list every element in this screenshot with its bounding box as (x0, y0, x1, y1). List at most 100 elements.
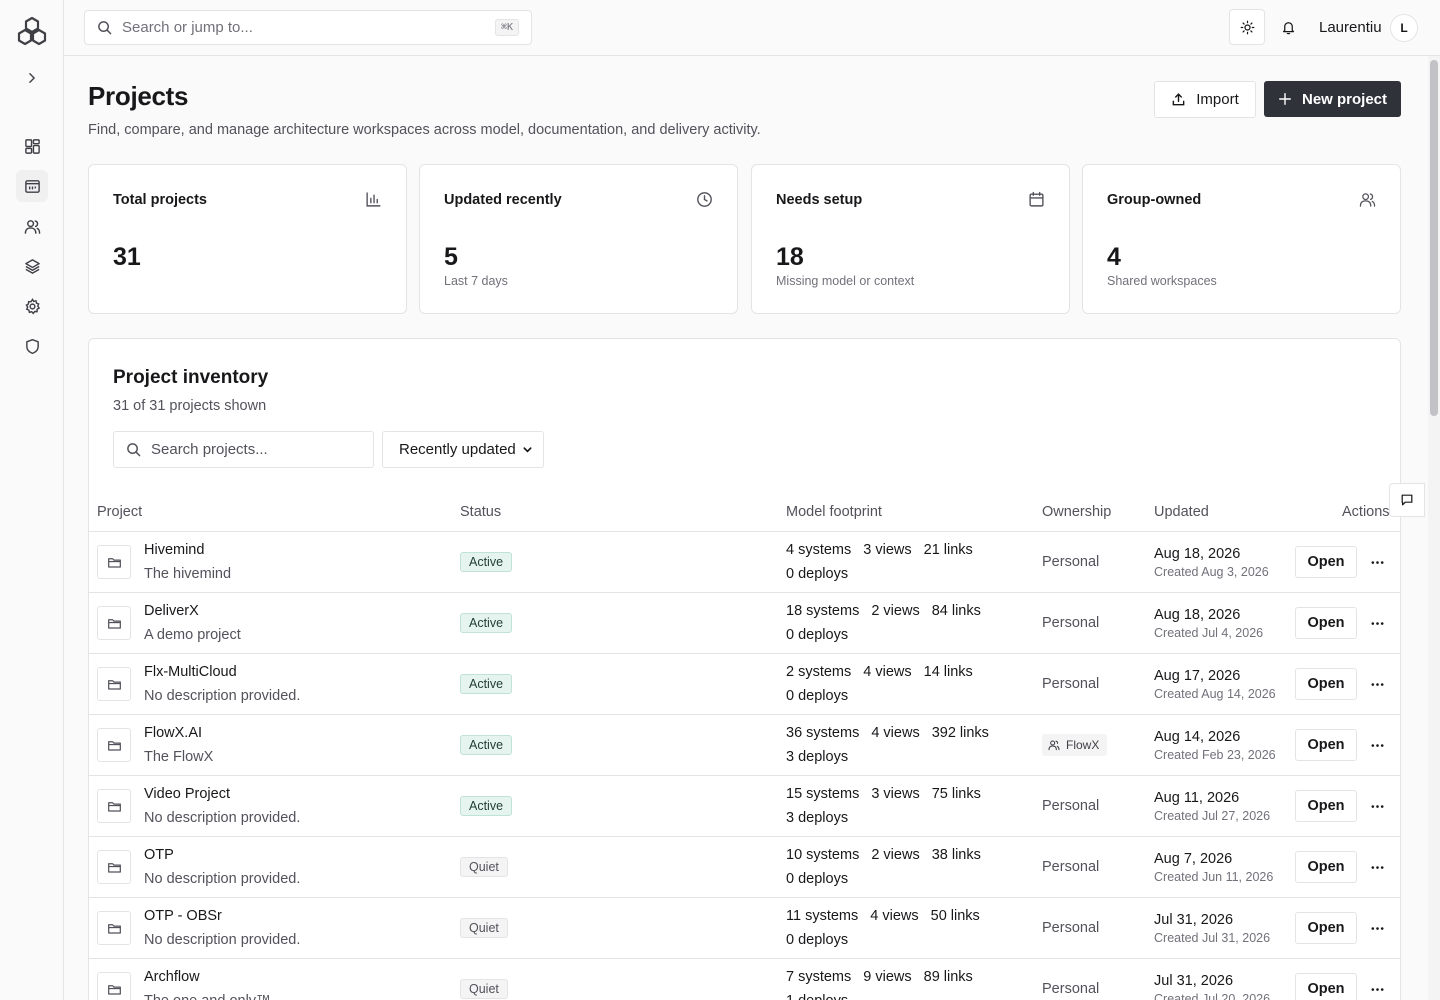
systems-count: 10 systems (786, 847, 860, 863)
updated-date: Aug 18, 2026 (1154, 607, 1241, 623)
more-icon (1371, 926, 1383, 930)
systems-count: 11 systems (786, 908, 859, 924)
more-actions-button[interactable] (1367, 550, 1387, 574)
table-row[interactable]: DeliverX A demo project Active 18 systems 2 … (89, 593, 1400, 654)
updated-date: Aug 18, 2026 (1154, 546, 1241, 562)
more-icon (1371, 987, 1383, 991)
more-actions-button[interactable] (1367, 794, 1387, 818)
logo-icon[interactable] (15, 15, 49, 49)
ownership: Personal (1042, 676, 1100, 692)
stat-card-updated: Updated recently 5 Last 7 days (419, 164, 738, 314)
model-footprint: 2 systems 4 views 14 links (786, 664, 985, 680)
more-actions-button[interactable] (1367, 672, 1387, 696)
sidebar-item-settings[interactable] (16, 290, 48, 322)
import-button[interactable]: Import (1154, 81, 1256, 118)
ownership: Personal (1042, 859, 1100, 875)
updated-date: Aug 11, 2026 (1154, 790, 1240, 806)
open-button[interactable]: Open (1295, 851, 1357, 883)
deploys-count: 0 deploys (786, 871, 849, 887)
table-row[interactable]: Flx-MultiCloud No description provided. Ac… (89, 654, 1400, 715)
stat-card-group-owned: Group-owned 4 Shared workspaces (1082, 164, 1401, 314)
project-name[interactable]: Video Project (144, 786, 230, 802)
project-name[interactable]: FlowX.AI (144, 725, 202, 741)
sidebar-item-dashboard[interactable] (16, 130, 48, 162)
theme-toggle-button[interactable] (1229, 9, 1265, 45)
top-bar: Search or jump to... ⌘K Laurentiu L (64, 0, 1440, 56)
model-footprint: 11 systems 4 views 50 links (786, 908, 992, 924)
open-button[interactable]: Open (1295, 546, 1357, 578)
folder-icon (107, 740, 121, 751)
updated-date: Aug 7, 2026 (1154, 851, 1233, 867)
project-inventory: Project inventory 31 of 31 projects show… (88, 338, 1401, 1000)
project-name[interactable]: Archflow (144, 969, 200, 985)
global-search-placeholder: Search or jump to... (122, 19, 253, 36)
more-actions-button[interactable] (1367, 977, 1387, 1000)
col-actions: Actions (1342, 504, 1390, 520)
links-count: 89 links (923, 969, 973, 985)
ownership: Personal (1042, 981, 1100, 997)
table-row[interactable]: FlowX.AI The FlowX Active 36 systems 4 views… (89, 715, 1400, 776)
table-row[interactable]: Hivemind The hivemind Active 4 systems 3 vie… (89, 532, 1400, 593)
chevron-right-icon (29, 73, 36, 83)
stat-value: 5 (444, 243, 458, 271)
table-row[interactable]: Video Project No description provided. Act… (89, 776, 1400, 837)
deploys-count: 3 deploys (786, 810, 849, 826)
views-count: 4 views (870, 908, 919, 924)
col-footprint[interactable]: Model footprint (786, 504, 882, 520)
clock-icon (697, 192, 712, 207)
sidebar-item-layers[interactable] (16, 250, 48, 282)
more-actions-button[interactable] (1367, 733, 1387, 757)
folder-icon (107, 679, 121, 690)
sidebar-item-projects[interactable] (16, 170, 48, 202)
col-ownership[interactable]: Ownership (1042, 504, 1111, 520)
project-name[interactable]: DeliverX (144, 603, 199, 619)
project-name[interactable]: OTP (144, 847, 174, 863)
ownership-tag[interactable]: FlowX (1042, 734, 1108, 756)
more-actions-button[interactable] (1367, 916, 1387, 940)
open-button[interactable]: Open (1295, 668, 1357, 700)
stat-label: Updated recently (444, 192, 562, 208)
project-search-input[interactable]: Search projects... (113, 431, 374, 468)
more-actions-button[interactable] (1367, 611, 1387, 635)
layers-icon (24, 258, 40, 274)
table-header: Project Status Model footprint Ownership… (89, 495, 1400, 532)
notifications-button[interactable] (1270, 9, 1306, 45)
feedback-button[interactable] (1389, 483, 1425, 517)
scrollbar-thumb[interactable] (1430, 60, 1438, 416)
sidebar (0, 0, 64, 1000)
table-row[interactable]: OTP No description provided. Quiet 10 syste… (89, 837, 1400, 898)
deploys-count: 3 deploys (786, 749, 849, 765)
open-button[interactable]: Open (1295, 607, 1357, 639)
project-name[interactable]: Flx-MultiCloud (144, 664, 237, 680)
open-button[interactable]: Open (1295, 912, 1357, 944)
open-button[interactable]: Open (1295, 790, 1357, 822)
project-name[interactable]: OTP - OBSr (144, 908, 222, 924)
col-status[interactable]: Status (460, 504, 501, 520)
search-icon (127, 443, 141, 457)
user-name[interactable]: Laurentiu (1319, 19, 1382, 36)
avatar[interactable]: L (1390, 14, 1418, 42)
expand-sidebar-button[interactable] (22, 68, 42, 88)
new-project-button[interactable]: New project (1264, 81, 1401, 117)
status-badge: Quiet (460, 918, 508, 938)
bar-chart-icon (366, 192, 381, 207)
more-actions-button[interactable] (1367, 855, 1387, 879)
open-button[interactable]: Open (1295, 973, 1357, 1000)
more-icon (1371, 621, 1383, 625)
systems-count: 4 systems (786, 542, 852, 558)
more-icon (1371, 804, 1383, 808)
col-project[interactable]: Project (97, 504, 142, 520)
model-footprint: 4 systems 3 views 21 links (786, 542, 985, 558)
sidebar-item-users[interactable] (16, 210, 48, 242)
project-icon (97, 789, 131, 823)
open-button[interactable]: Open (1295, 729, 1357, 761)
sort-select[interactable]: Recently updated (382, 431, 544, 468)
table-row[interactable]: OTP - OBSr No description provided. Quiet 1… (89, 898, 1400, 959)
col-updated[interactable]: Updated (1154, 504, 1209, 520)
global-search-input[interactable]: Search or jump to... ⌘K (84, 10, 532, 45)
project-name[interactable]: Hivemind (144, 542, 204, 558)
project-description: No description provided. (144, 932, 301, 948)
table-row[interactable]: Archflow The one and only™ Quiet 7 systems 9… (89, 959, 1400, 1000)
sidebar-item-security[interactable] (16, 330, 48, 362)
inventory-count: 31 of 31 projects shown (113, 398, 267, 414)
